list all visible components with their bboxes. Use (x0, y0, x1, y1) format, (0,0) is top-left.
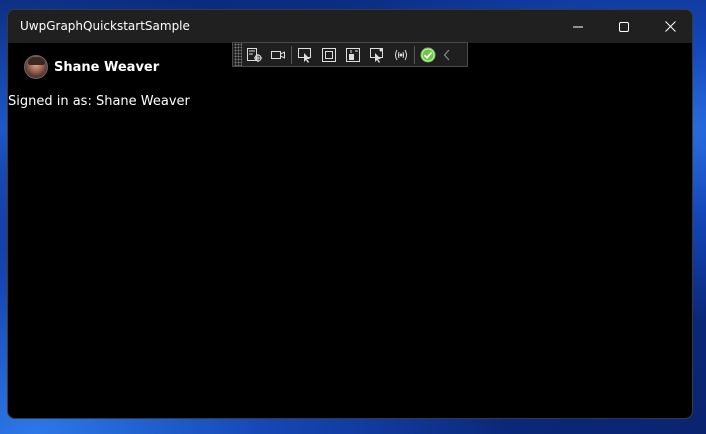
display-layout-adorners-button[interactable] (317, 44, 341, 66)
minimize-icon (573, 26, 583, 27)
title-bar[interactable]: UwpGraphQuickstartSample (8, 10, 692, 43)
person-view: Shane Weaver (24, 55, 159, 79)
live-visual-tree-button[interactable] (242, 44, 266, 66)
toolbar-separator (414, 45, 415, 64)
select-element-button[interactable] (293, 44, 317, 66)
maximize-icon (619, 21, 629, 32)
show-in-app-toolbar-icon (271, 50, 285, 59)
window-title: UwpGraphQuickstartSample (20, 19, 190, 33)
signed-in-status: Signed in as: Shane Weaver (8, 94, 190, 109)
avatar (24, 55, 48, 79)
track-focused-element-icon (346, 47, 360, 62)
close-button[interactable] (647, 10, 692, 43)
select-element-icon (298, 47, 311, 63)
hot-reload-icon (370, 47, 383, 63)
binding-failures-button[interactable] (389, 44, 413, 66)
accessibility-check-button[interactable] (416, 44, 440, 66)
track-focused-element-button[interactable] (341, 44, 365, 66)
accessibility-check-icon (420, 47, 436, 62)
maximize-button[interactable] (601, 10, 647, 43)
hot-reload-button[interactable] (365, 44, 389, 66)
collapse-toolbar-icon (443, 49, 450, 60)
collapse-toolbar-button[interactable] (440, 44, 454, 66)
minimize-button[interactable] (555, 10, 601, 43)
toolbar-separator (291, 45, 292, 64)
toolbar-grip[interactable] (234, 43, 242, 66)
go-to-live-visual-tree-icon (247, 47, 262, 62)
binding-failures-icon (395, 49, 407, 60)
xaml-debug-toolbar (232, 42, 468, 67)
display-layout-adorners-icon (322, 47, 336, 62)
app-window: UwpGraphQuickstartSample Shane Weaver Si… (7, 9, 693, 419)
show-in-app-toolbar-button[interactable] (266, 44, 290, 66)
person-name: Shane Weaver (54, 59, 160, 75)
close-icon (664, 21, 676, 32)
